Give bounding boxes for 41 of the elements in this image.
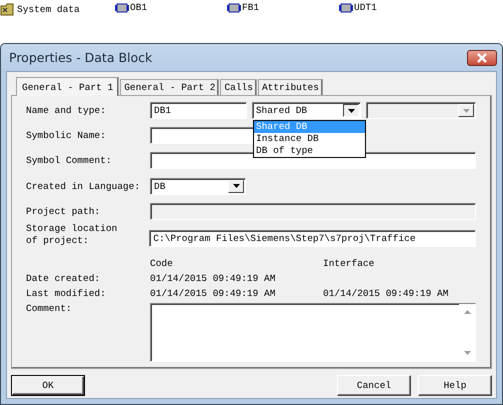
field-label: Storage location of project:	[26, 223, 118, 247]
folder-icon	[0, 2, 16, 16]
item-label[interactable]: System data	[17, 4, 80, 14]
date-value: 01/14/2015 09:49:19 AM	[150, 288, 276, 299]
field-label: Project path:	[26, 206, 102, 217]
date-value: 01/14/2015 09:49:19 AM	[150, 273, 276, 284]
field-label: Symbol Comment:	[26, 155, 113, 166]
dialog-button[interactable]: Help	[418, 375, 492, 396]
item-label[interactable]: FB1	[242, 2, 260, 13]
block-icon	[227, 2, 241, 12]
block-icon	[339, 2, 353, 12]
dialog-button[interactable]: OK	[12, 376, 84, 395]
tab[interactable]: General - Part 2	[120, 79, 220, 95]
close-icon	[476, 52, 488, 62]
field-label: Comment:	[26, 303, 73, 314]
field-label: Created in Language:	[26, 180, 142, 192]
dialog-button[interactable]: Cancel	[337, 375, 411, 396]
field-label: Symbolic Name:	[26, 130, 107, 141]
item-label[interactable]: UDT1	[354, 2, 377, 13]
comment-field[interactable]	[150, 303, 476, 362]
scroll-up-icon	[464, 310, 470, 314]
date-value: 01/14/2015 09:49:19 AM	[323, 288, 450, 299]
column-header: Interface	[323, 258, 376, 269]
list-option[interactable]: Instance DB	[254, 133, 365, 145]
input-field[interactable]: C:\Program Files\Siemens\Step7\s7proj\Traffice	[149, 230, 476, 247]
tab[interactable]: Attributes	[258, 79, 323, 95]
dropdown[interactable]: Shared DB	[252, 102, 362, 119]
window-title: Properties - Data Block	[9, 50, 152, 65]
field-label: Date created:	[26, 273, 102, 284]
column-header: Code	[150, 258, 174, 269]
dropdown[interactable]: DB	[150, 178, 246, 194]
tab[interactable]: Calls	[220, 79, 257, 95]
scroll-down-icon	[464, 351, 470, 355]
field-label: Name and type:	[26, 105, 107, 116]
block-icon	[115, 2, 129, 12]
tab[interactable]: General - Part 1	[16, 77, 120, 96]
list-option[interactable]: DB of type	[254, 145, 365, 157]
close-button[interactable]	[467, 50, 497, 66]
field-label: Last modified:	[26, 288, 107, 299]
item-label[interactable]: OB1	[130, 2, 148, 13]
input-field[interactable]: DB1	[150, 102, 247, 119]
